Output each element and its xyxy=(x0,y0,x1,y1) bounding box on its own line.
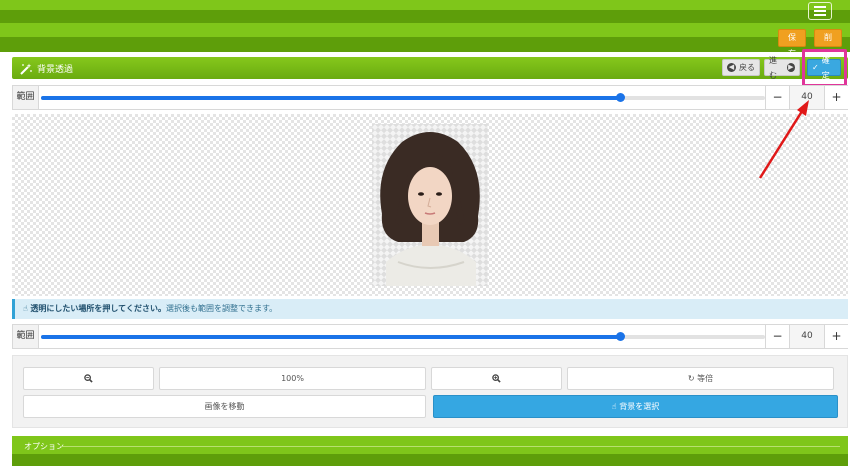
portrait-photo[interactable] xyxy=(372,124,488,286)
range-slider-thumb[interactable] xyxy=(616,332,626,341)
options-title: オプション xyxy=(24,442,64,451)
actual-size-button[interactable]: ↻ 等倍 xyxy=(567,367,834,390)
zoom-out-icon xyxy=(84,374,93,383)
select-background-label: 背景を選択 xyxy=(619,402,660,411)
zoom-in-icon xyxy=(492,374,501,383)
range-value[interactable]: 40 xyxy=(789,325,824,348)
zoom-out-button[interactable] xyxy=(23,367,154,390)
range-increase-button[interactable]: + xyxy=(824,325,848,348)
zoom-level-display: 100% xyxy=(159,367,426,390)
hand-pointer-icon: ☝ xyxy=(23,304,28,313)
magic-wand-icon xyxy=(20,63,32,75)
arrow-right-circle-icon: ▶ xyxy=(786,63,795,72)
back-button[interactable]: ◀ 戻る xyxy=(722,59,760,76)
portrait-image xyxy=(380,132,480,286)
range-slider-track[interactable] xyxy=(41,93,765,102)
panel-title: 背景透過 xyxy=(20,62,73,75)
range-slider-row-bottom: 範囲 − 40 + xyxy=(12,324,848,349)
hand-pointer-icon: ☝ xyxy=(611,402,617,411)
arrow-left-circle-icon: ◀ xyxy=(727,63,736,72)
range-slider-row-top: 範囲 − 40 + xyxy=(12,85,848,110)
range-label: 範囲 xyxy=(13,325,39,348)
delete-button[interactable]: 削除 xyxy=(814,29,842,58)
save-button[interactable]: 保存 xyxy=(778,29,806,58)
top-header-band xyxy=(0,0,850,52)
range-decrease-button[interactable]: − xyxy=(765,86,789,109)
instruction-text: 選択後も範囲を調整できます。 xyxy=(165,304,278,313)
menu-icon-line xyxy=(814,6,826,8)
range-label: 範囲 xyxy=(13,86,39,109)
zoom-in-button[interactable] xyxy=(431,367,562,390)
tool-panel: 100% ↻ 等倍 画像を移動 ☝ 背景を選択 xyxy=(12,355,848,428)
range-slider-track[interactable] xyxy=(41,332,765,341)
panel-title-text: 背景透過 xyxy=(37,65,74,75)
image-canvas[interactable] xyxy=(12,114,848,296)
background-removal-panel-header: 背景透過 ◀ 戻る 進む ▶ ✓ 確定 xyxy=(12,56,848,80)
confirm-highlight-box xyxy=(802,49,847,87)
range-slider-thumb[interactable] xyxy=(616,93,626,102)
range-decrease-button[interactable]: − xyxy=(765,325,789,348)
move-image-button[interactable]: 画像を移動 xyxy=(23,395,426,418)
forward-label: 進む xyxy=(769,55,777,80)
rotate-icon: ↻ xyxy=(687,374,695,383)
range-slider-fill xyxy=(41,335,621,339)
forward-button[interactable]: 進む ▶ xyxy=(764,56,800,80)
options-divider xyxy=(60,446,840,447)
menu-icon-line xyxy=(814,10,826,12)
range-increase-button[interactable]: + xyxy=(824,86,848,109)
menu-icon-line xyxy=(814,14,826,16)
actual-size-label: 等倍 xyxy=(697,374,714,383)
instruction-strong: 透明にしたい場所を押してください。 xyxy=(30,304,166,313)
range-value[interactable]: 40 xyxy=(789,86,824,109)
range-slider-fill xyxy=(41,96,621,100)
instruction-info-bar: ☝ 透明にしたい場所を押してください。選択後も範囲を調整できます。 xyxy=(12,299,848,319)
options-section-header[interactable]: オプション xyxy=(12,436,848,466)
select-background-button[interactable]: ☝ 背景を選択 xyxy=(433,395,838,418)
hamburger-menu-button[interactable] xyxy=(808,2,832,20)
back-label: 戻る xyxy=(739,63,755,72)
